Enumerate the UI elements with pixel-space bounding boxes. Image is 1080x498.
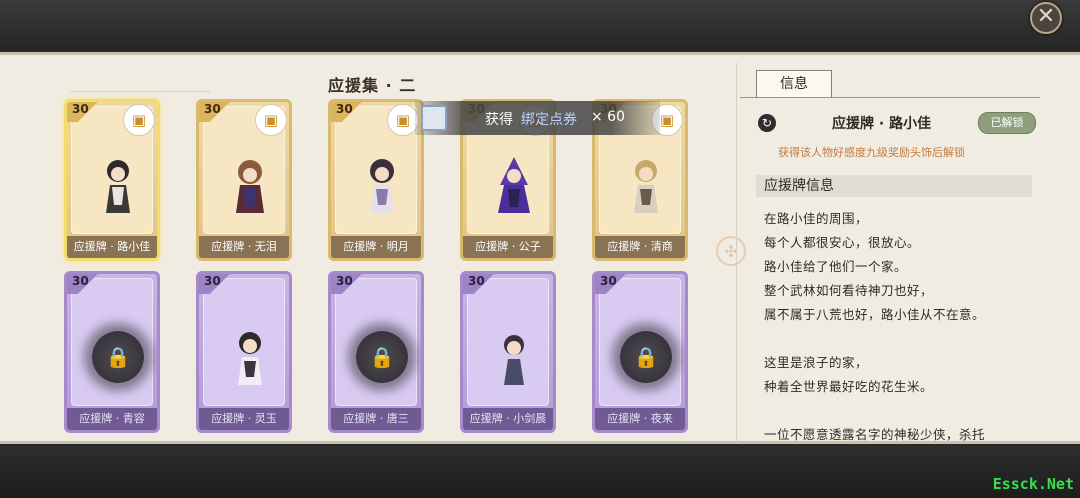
chibi-character-icon xyxy=(106,160,130,213)
treasure-chest-icon[interactable]: ▣ xyxy=(255,104,287,136)
description-line: 每个人都很安心，很放心。 xyxy=(764,235,921,250)
support-card-locked[interactable]: 🔒 30 应援牌 · 青容 xyxy=(64,271,160,433)
description-line: 路小佳给了他们一个家。 xyxy=(764,259,908,274)
card-art: 🔒 xyxy=(71,278,153,406)
level-badge: 30 xyxy=(199,274,230,294)
info-section-title: 应援牌信息 xyxy=(756,175,1032,197)
description-line: 整个武林如何看待神刀也好， xyxy=(764,283,934,298)
card-label: 应援牌 · 公子 xyxy=(463,236,553,258)
toast-prefix: 获得 xyxy=(485,112,513,128)
level-badge: 30 xyxy=(67,102,98,122)
treasure-chest-icon[interactable]: ▣ xyxy=(123,104,155,136)
support-card[interactable]: 30 ▣ 应援牌 · 路小佳 xyxy=(64,99,160,261)
chibi-character-icon xyxy=(634,160,658,213)
bottom-bar xyxy=(0,446,1080,498)
chibi-character-icon xyxy=(236,160,264,213)
tab-underline xyxy=(740,97,1040,98)
description-line: 在路小佳的周围， xyxy=(764,211,869,226)
card-label: 应援牌 · 清商 xyxy=(595,236,685,258)
unlock-condition: 获得该人物好感度九级奖励头饰后解锁 xyxy=(778,146,965,159)
panel-divider xyxy=(736,63,737,443)
card-label: 应援牌 · 小剑晨 xyxy=(463,408,553,430)
level-badge: 30 xyxy=(595,274,626,294)
card-label: 应援牌 · 青容 xyxy=(67,408,157,430)
card-art xyxy=(203,278,285,406)
card-label: 应援牌 · 灵玉 xyxy=(199,408,289,430)
top-bar: ✕ xyxy=(0,0,1080,50)
card-label: 应援牌 · 夜来 xyxy=(595,408,685,430)
card-label: 应援牌 · 无泪 xyxy=(199,236,289,258)
lock-icon: 🔒 xyxy=(620,331,672,383)
support-card[interactable]: 30 ▣ 应援牌 · 明月 xyxy=(328,99,424,261)
refresh-icon[interactable]: ↻ xyxy=(758,114,776,132)
support-card[interactable]: 30 ▣ 应援牌 · 无泪 xyxy=(196,99,292,261)
info-description: 在路小佳的周围， 每个人都很安心，很放心。 路小佳给了他们一个家。 整个武林如何… xyxy=(764,207,1034,447)
reward-toast: 获得 绑定点券 × 60 xyxy=(415,101,660,135)
description-line: 一位不愿意透露名字的神秘少侠，杀托 xyxy=(764,427,986,442)
card-art xyxy=(467,278,549,406)
chibi-character-icon xyxy=(370,159,394,213)
main-panel: 应援集 · 二 30 ▣ 应援牌 · 路小佳 30 ▣ 应援牌 · 无泪 30 … xyxy=(0,52,1080,444)
watermark: Essck.Net xyxy=(992,475,1074,493)
card-art: 🔒 xyxy=(335,278,417,406)
description-line xyxy=(764,327,1034,351)
level-badge: 30 xyxy=(199,102,230,122)
info-card-name: 应援牌 · 路小佳 xyxy=(832,116,932,132)
description-line: 种着全世界最好吃的花生米。 xyxy=(764,379,934,394)
ticket-icon xyxy=(421,105,447,131)
chibi-character-icon xyxy=(498,335,530,385)
lock-icon: 🔒 xyxy=(92,331,144,383)
title-divider xyxy=(70,91,210,92)
level-badge: 30 xyxy=(331,102,362,122)
close-x-icon[interactable]: ✕ xyxy=(1030,2,1062,34)
level-badge: 30 xyxy=(67,274,98,294)
description-line xyxy=(764,399,1034,423)
card-label: 应援牌 · 明月 xyxy=(331,236,421,258)
lock-icon: 🔒 xyxy=(356,331,408,383)
description-line: 属不属于八荒也好，路小佳从不在意。 xyxy=(764,307,986,322)
card-label: 应援牌 · 路小佳 xyxy=(67,236,157,258)
chibi-character-icon xyxy=(498,157,530,213)
chibi-character-icon xyxy=(238,332,262,385)
toast-count: × 60 xyxy=(591,109,625,125)
card-label: 应援牌 · 唐三 xyxy=(331,408,421,430)
level-badge: 30 xyxy=(331,274,362,294)
support-card-locked[interactable]: 30 应援牌 · 小剑晨 xyxy=(460,271,556,433)
support-card-locked[interactable]: 🔒 30 应援牌 · 唐三 xyxy=(328,271,424,433)
card-art: 🔒 xyxy=(599,278,681,406)
status-badge: 已解锁 xyxy=(978,112,1036,134)
support-card-locked[interactable]: 🔒 30 应援牌 · 夜来 xyxy=(592,271,688,433)
tab-info[interactable]: 信息 xyxy=(756,70,832,97)
support-card-locked[interactable]: 30 应援牌 · 灵玉 xyxy=(196,271,292,433)
description-line: 这里是浪子的家， xyxy=(764,355,869,370)
level-badge: 30 xyxy=(463,274,494,294)
toast-item: 绑定点券 xyxy=(521,112,577,128)
knot-ornament-icon: ✣ xyxy=(716,236,746,266)
collection-title: 应援集 · 二 xyxy=(328,76,417,95)
